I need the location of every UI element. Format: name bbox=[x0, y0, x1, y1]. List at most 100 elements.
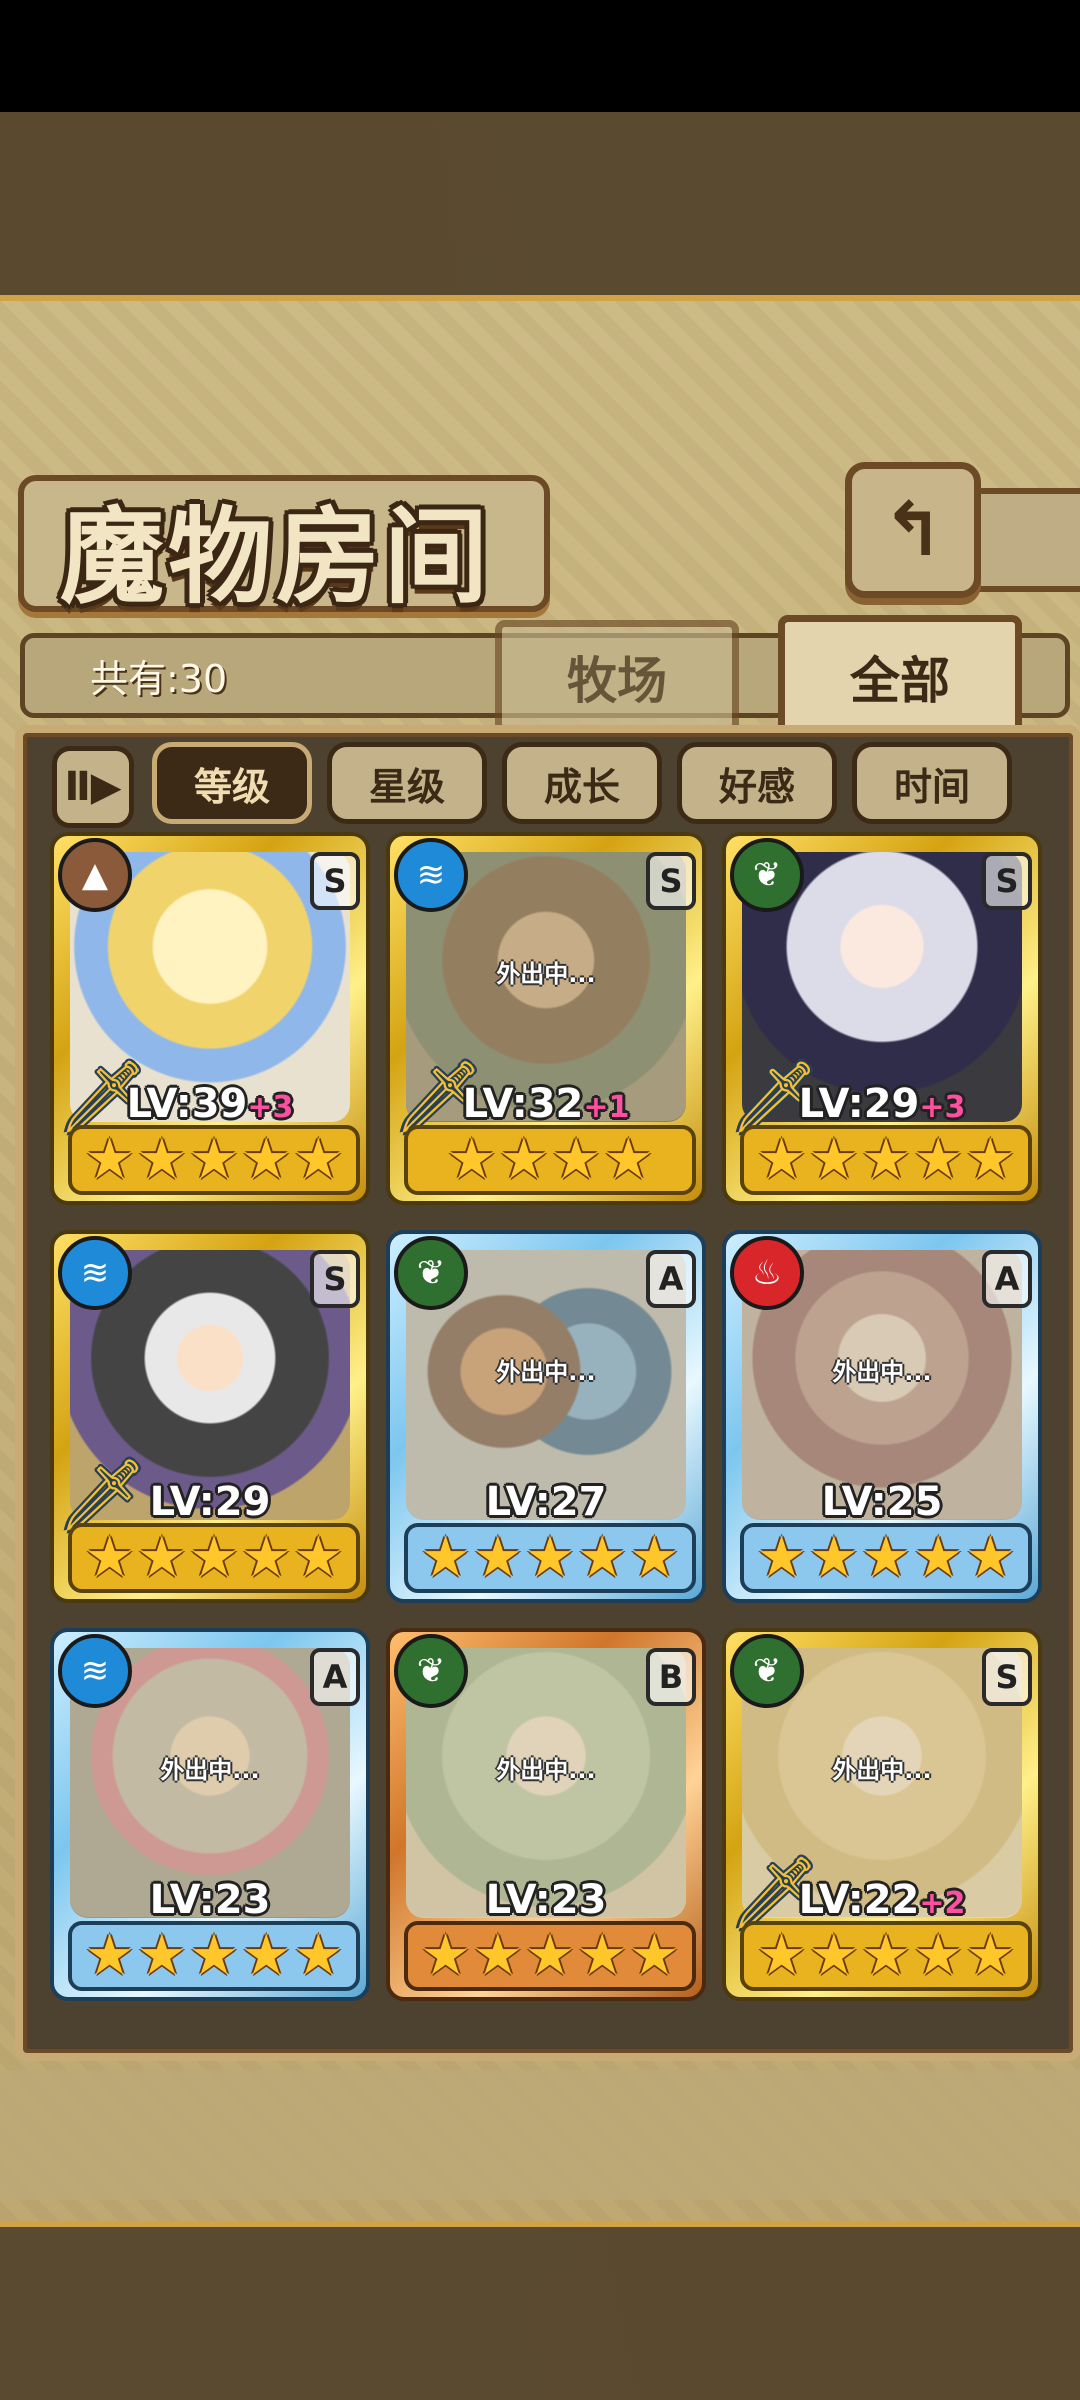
star-rating: ★ ★ ★ ★ ★ bbox=[740, 1921, 1032, 1991]
star-rating: ★ ★ ★ ★ ★ bbox=[740, 1523, 1032, 1593]
star-icon: ★ bbox=[188, 1923, 240, 1988]
star-icon: ★ bbox=[136, 1127, 187, 1192]
rank-badge: A bbox=[982, 1250, 1032, 1308]
filter-level[interactable]: 等级 bbox=[152, 742, 312, 824]
star-icon: ★ bbox=[860, 1525, 912, 1590]
star-icon: ★ bbox=[293, 1923, 344, 1988]
star-icon: ★ bbox=[84, 1525, 135, 1590]
star-icon: ★ bbox=[965, 1923, 1016, 1988]
tab-all[interactable]: 全部 bbox=[778, 615, 1022, 739]
level-value: LV:32 bbox=[462, 1081, 584, 1127]
level-value: LV:22 bbox=[798, 1877, 920, 1923]
monster-card[interactable]: 外出中... ❦ S 🗡 LV:22+2 ★ ★ ★ ★ ★ bbox=[722, 1628, 1042, 2001]
rank-badge: A bbox=[310, 1648, 360, 1706]
star-icon: ★ bbox=[188, 1525, 240, 1590]
rank-badge: S bbox=[646, 852, 696, 910]
filter-affection[interactable]: 好感 bbox=[677, 742, 837, 824]
level-label: LV:39+3 bbox=[54, 1081, 366, 1127]
wood-element-icon: ❦ bbox=[730, 1634, 804, 1708]
rank-badge: S bbox=[982, 852, 1032, 910]
star-icon: ★ bbox=[241, 1525, 292, 1590]
away-label: 外出中... bbox=[496, 1756, 596, 1784]
status-bar bbox=[0, 0, 1080, 112]
star-icon: ★ bbox=[188, 1127, 240, 1192]
filter-growth[interactable]: 成长 bbox=[502, 742, 662, 824]
star-icon: ★ bbox=[420, 1923, 471, 1988]
star-icon: ★ bbox=[860, 1127, 912, 1192]
level-label: LV:27 bbox=[390, 1479, 702, 1525]
star-rating: ★ ★ ★ ★ ★ bbox=[404, 1523, 696, 1593]
star-icon: ★ bbox=[756, 1923, 807, 1988]
star-icon: ★ bbox=[420, 1525, 471, 1590]
page-title: 魔物房间 bbox=[60, 495, 493, 618]
star-icon: ★ bbox=[629, 1923, 680, 1988]
star-icon: ★ bbox=[84, 1923, 135, 1988]
monster-card[interactable]: ❦ S 🗡 LV:29+3 ★ ★ ★ ★ ★ bbox=[722, 832, 1042, 1205]
monster-card[interactable]: 外出中... ❦ B LV:23 ★ ★ ★ ★ ★ bbox=[386, 1628, 706, 2001]
star-icon: ★ bbox=[136, 1923, 187, 1988]
water-element-icon: ≋ bbox=[58, 1634, 132, 1708]
level-value: LV:39 bbox=[126, 1081, 248, 1127]
star-icon: ★ bbox=[913, 1923, 964, 1988]
star-icon: ★ bbox=[808, 1923, 859, 1988]
level-label: LV:22+2 bbox=[726, 1877, 1038, 1923]
level-bonus: +3 bbox=[247, 1090, 294, 1125]
star-icon: ★ bbox=[577, 1525, 628, 1590]
star-icon: ★ bbox=[577, 1923, 628, 1988]
monster-count: 共有:30 bbox=[90, 657, 228, 701]
monster-card[interactable]: 外出中... ❦ A LV:27 ★ ★ ★ ★ ★ bbox=[386, 1230, 706, 1603]
rank-badge: A bbox=[646, 1250, 696, 1308]
monster-card[interactable]: ≋ S 🗡 LV:29 ★ ★ ★ ★ ★ bbox=[50, 1230, 370, 1603]
level-label: LV:25 bbox=[726, 1479, 1038, 1525]
star-icon: ★ bbox=[241, 1923, 292, 1988]
star-icon: ★ bbox=[808, 1525, 859, 1590]
star-icon: ★ bbox=[293, 1525, 344, 1590]
star-icon: ★ bbox=[472, 1525, 523, 1590]
star-icon: ★ bbox=[551, 1127, 602, 1192]
star-icon: ★ bbox=[913, 1127, 964, 1192]
monster-card[interactable]: ▲ S 🗡 LV:39+3 ★ ★ ★ ★ ★ bbox=[50, 832, 370, 1205]
level-value: LV:23 bbox=[149, 1877, 271, 1923]
back-button[interactable]: ↰ bbox=[845, 462, 981, 598]
level-value: LV:27 bbox=[485, 1479, 607, 1525]
away-label: 外出中... bbox=[832, 1756, 932, 1784]
star-icon: ★ bbox=[293, 1127, 344, 1192]
fire-element-icon: ♨ bbox=[730, 1236, 804, 1310]
sort-order-toggle[interactable]: Ⅱ▶ bbox=[52, 746, 134, 828]
away-label: 外出中... bbox=[496, 960, 596, 988]
star-icon: ★ bbox=[524, 1525, 576, 1590]
rank-badge: S bbox=[310, 852, 360, 910]
star-icon: ★ bbox=[603, 1127, 654, 1192]
wood-element-icon: ❦ bbox=[394, 1634, 468, 1708]
bottom-decor-strip bbox=[0, 2070, 1080, 2200]
away-label: 外出中... bbox=[832, 1358, 932, 1386]
star-rating: ★ ★ ★ ★ ★ bbox=[404, 1921, 696, 1991]
star-rating: ★ ★ ★ ★ bbox=[404, 1125, 696, 1195]
level-value: LV:29 bbox=[149, 1479, 271, 1525]
monster-card[interactable]: 外出中... ≋ A LV:23 ★ ★ ★ ★ ★ bbox=[50, 1628, 370, 2001]
tab-ranch[interactable]: 牧场 bbox=[495, 620, 739, 734]
star-icon: ★ bbox=[472, 1923, 523, 1988]
water-element-icon: ≋ bbox=[394, 838, 468, 912]
level-bonus: +3 bbox=[919, 1090, 966, 1125]
star-icon: ★ bbox=[965, 1525, 1016, 1590]
filter-time[interactable]: 时间 bbox=[852, 742, 1012, 824]
monster-card[interactable]: 外出中... ♨ A LV:25 ★ ★ ★ ★ ★ bbox=[722, 1230, 1042, 1603]
star-icon: ★ bbox=[241, 1127, 292, 1192]
filter-star[interactable]: 星级 bbox=[327, 742, 487, 824]
star-rating: ★ ★ ★ ★ ★ bbox=[740, 1125, 1032, 1195]
star-icon: ★ bbox=[913, 1525, 964, 1590]
away-label: 外出中... bbox=[160, 1756, 260, 1784]
level-value: LV:23 bbox=[485, 1877, 607, 1923]
earth-element-icon: ▲ bbox=[58, 838, 132, 912]
star-icon: ★ bbox=[446, 1127, 497, 1192]
monster-card[interactable]: 外出中... ≋ S 🗡 LV:32+1 ★ ★ ★ ★ bbox=[386, 832, 706, 1205]
star-icon: ★ bbox=[524, 1923, 576, 1988]
star-icon: ★ bbox=[84, 1127, 135, 1192]
level-value: LV:29 bbox=[798, 1081, 920, 1127]
star-icon: ★ bbox=[860, 1923, 912, 1988]
star-rating: ★ ★ ★ ★ ★ bbox=[68, 1921, 360, 1991]
water-element-icon: ≋ bbox=[58, 1236, 132, 1310]
rank-badge: S bbox=[310, 1250, 360, 1308]
star-icon: ★ bbox=[629, 1525, 680, 1590]
